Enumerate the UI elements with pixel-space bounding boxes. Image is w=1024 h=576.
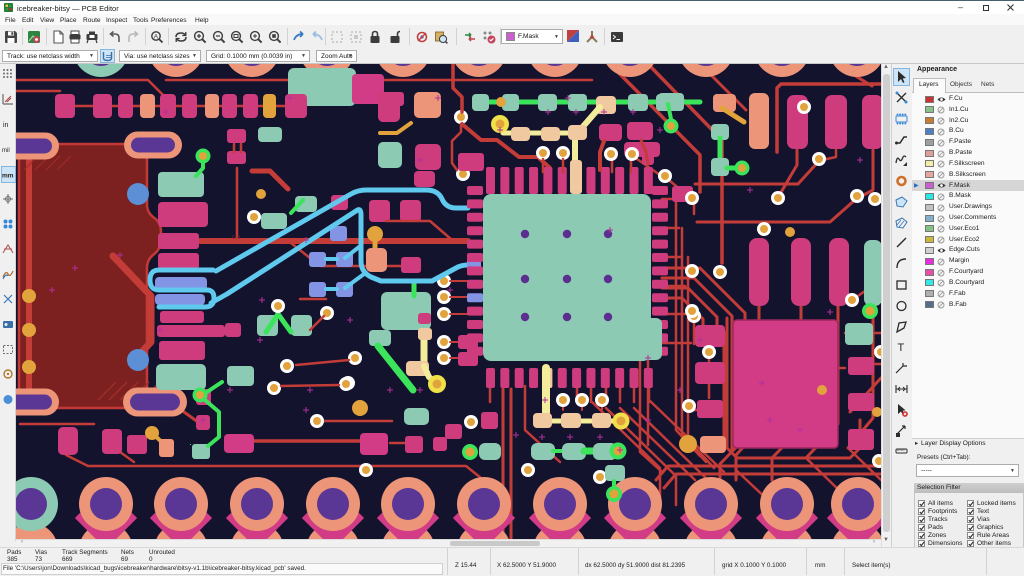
- svg-text:CC1: CC1: [232, 235, 241, 241]
- svg-text:mil: mil: [2, 148, 10, 154]
- svg-text:A: A: [154, 33, 159, 40]
- svg-text:T: T: [898, 342, 905, 354]
- svg-text:in: in: [3, 122, 9, 129]
- svg-text:mm: mm: [2, 173, 14, 180]
